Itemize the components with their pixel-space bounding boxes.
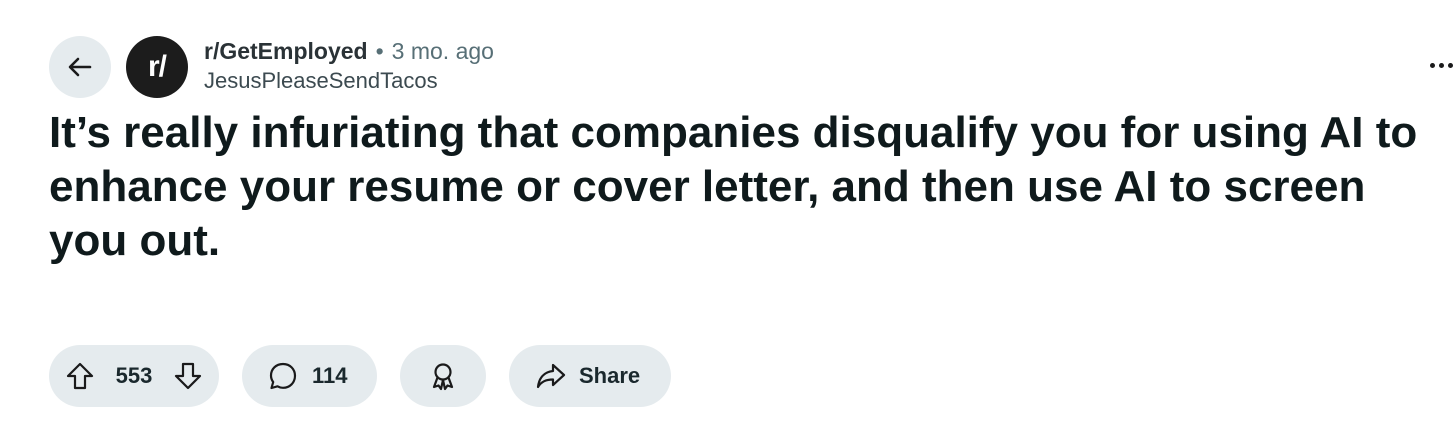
subreddit-link[interactable]: r/GetEmployed bbox=[204, 36, 368, 66]
post-page: r/ r/GetEmployed • 3 mo. ago JesusPlease… bbox=[0, 0, 1456, 438]
share-button[interactable]: Share bbox=[509, 345, 671, 407]
post-title: It’s really infuriating that companies d… bbox=[49, 108, 1418, 265]
post-meta-top: r/GetEmployed • 3 mo. ago bbox=[204, 36, 494, 66]
upvote-icon[interactable] bbox=[65, 361, 95, 391]
subreddit-avatar[interactable]: r/ bbox=[126, 36, 188, 98]
award-button[interactable] bbox=[400, 345, 486, 407]
share-label: Share bbox=[579, 363, 641, 388]
arrow-left-icon bbox=[64, 51, 96, 83]
post-actions: 553 114 Share bbox=[49, 345, 671, 407]
upvote-count: 553 bbox=[115, 363, 153, 388]
post-meta: r/GetEmployed • 3 mo. ago JesusPleaseSen… bbox=[204, 36, 494, 96]
more-horizontal-icon bbox=[1430, 62, 1435, 68]
more-options-button[interactable] bbox=[1430, 52, 1456, 78]
award-ribbon-icon bbox=[428, 361, 458, 391]
downvote-icon[interactable] bbox=[173, 361, 203, 391]
comment-count: 114 bbox=[312, 363, 348, 388]
share-arrow-icon bbox=[535, 361, 567, 391]
back-button[interactable] bbox=[49, 36, 111, 98]
author-link[interactable]: JesusPleaseSendTacos bbox=[204, 66, 494, 96]
comments-button[interactable]: 114 bbox=[242, 345, 377, 407]
speech-bubble-icon bbox=[268, 361, 298, 391]
vote-control: 553 bbox=[49, 345, 219, 407]
avatar-text: r/ bbox=[147, 50, 167, 83]
meta-separator: • bbox=[375, 38, 384, 64]
post-timestamp: 3 mo. ago bbox=[391, 38, 494, 64]
